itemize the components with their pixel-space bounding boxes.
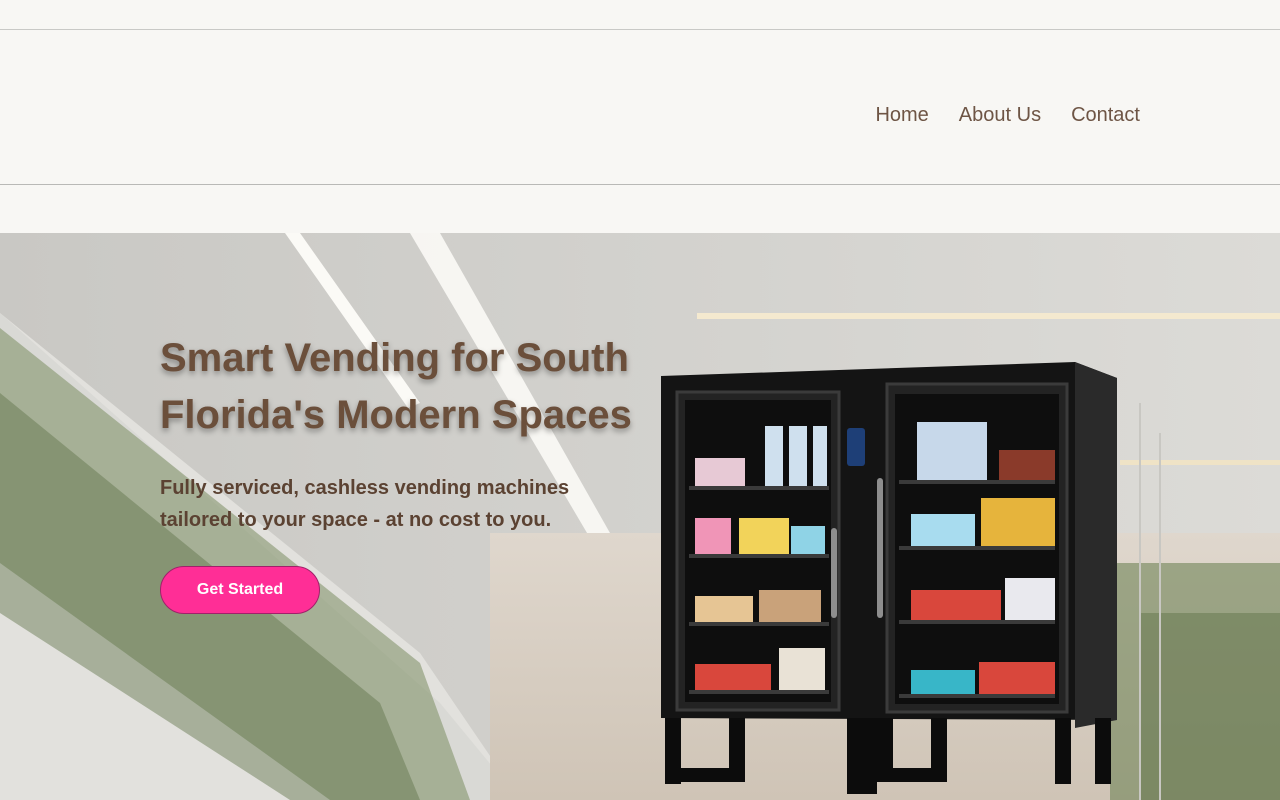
hero-headline: Smart Vending for South Florida's Modern… — [160, 336, 632, 437]
nav-home-link[interactable]: Home — [875, 104, 928, 127]
top-bar — [0, 0, 1280, 30]
card-reader-icon — [847, 428, 865, 466]
hero-subtext: Fully serviced, cashless vending machine… — [160, 477, 570, 531]
get-started-button[interactable]: Get Started — [160, 566, 320, 614]
vending-machine-image — [661, 362, 1117, 794]
main-nav: Home About Us Contact — [875, 104, 1140, 127]
site-header: Home About Us Contact — [0, 30, 1280, 185]
hero-section: Smart Vending for South Florida's Modern… — [0, 233, 1280, 800]
nav-contact-link[interactable]: Contact — [1071, 104, 1140, 127]
nav-about-link[interactable]: About Us — [959, 104, 1041, 127]
